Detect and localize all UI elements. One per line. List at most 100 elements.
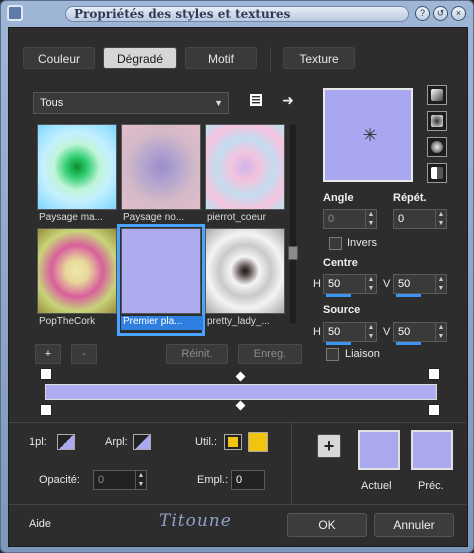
opacity-spinner[interactable]: 0 ▲ ▼ [93,470,147,490]
source-v-spinner[interactable]: 50 ▲ ▼ [393,322,447,345]
opacity-label: Opacité: [39,474,80,486]
gradient-thumb-pretty-lady[interactable]: pretty_lady_... [205,228,285,332]
color-stop-right[interactable] [428,404,440,416]
gradient-label: pretty_lady_... [207,316,270,327]
user-swatch[interactable] [224,434,242,450]
source-h-spinner[interactable]: 50 ▲ ▼ [323,322,377,345]
thumbs-scrollbar[interactable] [288,124,298,324]
spinner-arrows-icon[interactable]: ▲ ▼ [365,210,376,228]
gradient-editor-bar[interactable] [45,384,437,400]
tab-divider [270,47,271,71]
close-icon[interactable]: × [451,6,466,21]
center-v-slider[interactable] [396,294,421,297]
gradient-thumb-paysage-no[interactable]: Paysage no... [121,124,201,228]
source-v-slider[interactable] [396,342,421,345]
center-v-label: V [383,278,391,290]
gradient-preview [121,228,201,314]
gradient-preview [205,124,285,210]
gradient-label: Premier pla... [121,316,203,330]
gradient-preview-large[interactable]: ✳ [323,88,413,182]
help-icon[interactable]: ? [415,6,430,21]
repeat-spinner[interactable]: 0 ▲ ▼ [393,209,447,229]
category-select-value: Tous [40,97,64,109]
watermark-logo: Titoune [159,511,232,531]
center-h-value: 50 [328,278,341,290]
back-plan-label: Arpl: [105,436,128,448]
center-h-slider[interactable] [326,294,351,297]
color-stop-left[interactable] [40,404,52,416]
color-midpoint[interactable] [235,400,246,411]
arrow-right-icon[interactable]: ➜ [279,91,297,109]
invert-checkbox[interactable] [329,237,342,250]
gradient-thumb-premier-plan[interactable]: Premier pla... [117,224,205,336]
gradient-label: Paysage ma... [39,212,103,223]
repeat-label: Répét. [393,192,427,204]
title-bar: Propriétés des styles et textures ? ↺ × [1,1,473,27]
ok-button[interactable]: OK [287,513,367,537]
spinner-arrows-icon[interactable]: ▲ ▼ [435,275,446,293]
reset-button[interactable]: Réinit. [166,344,228,364]
divider [9,422,467,423]
save-button[interactable]: Enreg. [238,344,302,364]
angle-label: Angle [323,192,354,204]
divider [9,504,467,505]
window-title: Propriétés des styles et textures [65,6,409,22]
previous-label: Préc. [418,480,444,492]
remove-gradient-button[interactable]: - [71,344,97,364]
back-plan-swatch[interactable] [133,434,151,450]
tab-couleur[interactable]: Couleur [23,47,95,69]
spinner-arrows-icon[interactable]: ▲ ▼ [365,323,376,341]
current-label: Actuel [361,480,392,492]
opacity-value: 0 [98,474,105,486]
open-folder-icon[interactable] [247,92,265,110]
previous-swatch[interactable] [411,430,453,470]
cancel-button[interactable]: Annuler [374,513,454,537]
add-swatch-button[interactable]: + [317,434,341,458]
center-v-value: 50 [398,278,411,290]
gradient-label: Paysage no... [123,212,185,223]
add-gradient-button[interactable]: + [35,344,61,364]
link-checkbox[interactable] [326,348,339,361]
user-label: Util.: [195,436,217,448]
opacity-midpoint[interactable] [235,371,246,382]
help-link[interactable]: Aide [29,518,51,530]
sunburst-style-button[interactable] [427,137,447,157]
gradient-preview [37,228,117,314]
rectangular-style-button[interactable] [427,111,447,131]
source-h-value: 50 [328,326,341,338]
tab-motif[interactable]: Motif [185,47,257,69]
opacity-stop-right[interactable] [428,368,440,380]
spinner-arrows-icon[interactable]: ▲ ▼ [365,275,376,293]
user-color-swatch[interactable] [248,432,268,452]
spinner-arrows-icon[interactable]: ▲ ▼ [435,210,446,228]
invert-label: Invers [347,237,377,249]
opacity-stop-left[interactable] [40,368,52,380]
source-h-slider[interactable] [326,342,351,345]
gradient-thumb-pierrot-coeur[interactable]: pierrot_coeur [205,124,285,228]
repeat-value: 0 [398,213,405,225]
angle-spinner[interactable]: 0 ▲ ▼ [323,209,377,229]
reset-icon[interactable]: ↺ [433,6,448,21]
spinner-arrows-icon[interactable]: ▲ ▼ [135,471,146,489]
tab-degrade[interactable]: Dégradé [103,47,177,69]
category-select[interactable]: Tous ▼ [33,92,229,114]
radial-style-button[interactable] [427,163,447,183]
source-v-value: 50 [398,326,411,338]
divider [291,422,292,504]
gradient-thumb-popthecork[interactable]: PopTheCork [37,228,117,332]
center-v-spinner[interactable]: 50 ▲ ▼ [393,274,447,297]
gradient-thumb-paysage-ma[interactable]: Paysage ma... [37,124,117,228]
chevron-down-icon: ▼ [214,98,223,108]
window-menu-icon[interactable] [7,5,23,21]
tab-texture[interactable]: Texture [283,47,355,69]
center-h-spinner[interactable]: 50 ▲ ▼ [323,274,377,297]
location-field[interactable]: 0 [231,470,265,490]
scrollbar-thumb[interactable] [288,246,298,260]
location-value: 0 [236,474,243,486]
spinner-arrows-icon[interactable]: ▲ ▼ [435,323,446,341]
linear-style-button[interactable] [427,85,447,105]
first-plan-swatch[interactable] [57,434,75,450]
current-swatch[interactable] [358,430,400,470]
gradient-label: pierrot_coeur [207,212,266,223]
angle-value: 0 [328,213,335,225]
